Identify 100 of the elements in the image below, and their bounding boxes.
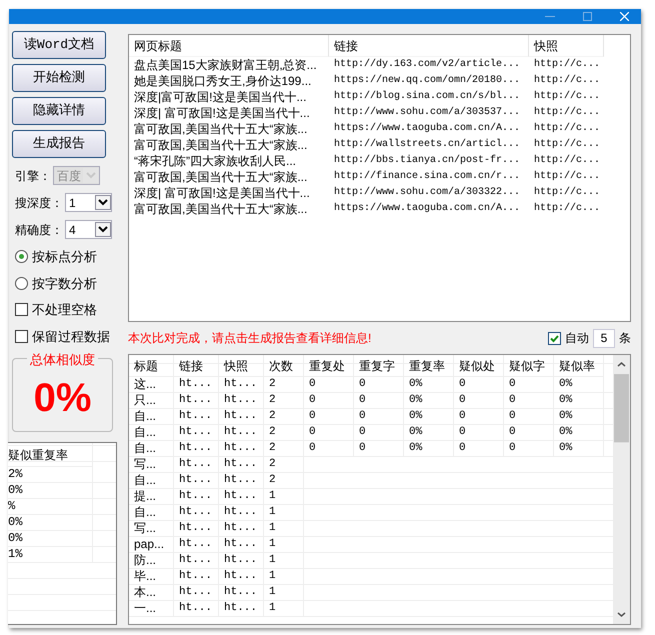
table-cell-text: 深度| 富可敌国!这是美国当代十... xyxy=(133,105,311,121)
table-cell: ht... xyxy=(174,425,219,441)
table-cell: ht... xyxy=(219,425,264,441)
table-cell-text: http://c... xyxy=(533,58,602,72)
column-header: 重复字 xyxy=(354,355,404,377)
table-cell: 0% xyxy=(8,483,93,499)
dropdown[interactable]: 1 xyxy=(65,193,112,212)
count-field[interactable]: 5 xyxy=(593,328,615,348)
table-cell: 1 xyxy=(264,521,304,537)
table-cell: 0 xyxy=(504,441,554,457)
table-cell: 2% xyxy=(8,467,93,483)
table-cell: ht... xyxy=(219,553,264,569)
table-cell: 2 xyxy=(264,393,304,409)
column-header: 链接 xyxy=(329,35,529,57)
column-header: 疑似处 xyxy=(454,355,504,377)
action-button[interactable]: 生成报告 xyxy=(12,130,106,158)
radio-label: 按字数分析 xyxy=(32,274,97,292)
table-cell: 自... xyxy=(129,425,174,441)
table-cell: ht... xyxy=(219,441,264,457)
dropdown: 百度 xyxy=(53,166,100,185)
table-cell: 2 xyxy=(264,425,304,441)
checkbox-label: 自动 xyxy=(565,330,589,347)
table-cell-text: 富可敌国,美国当代十五大“家族... xyxy=(133,201,308,217)
table-cell-text: http://bbs.tianya.cn/post-fr... xyxy=(333,154,522,168)
table-cell: ht... xyxy=(174,521,219,537)
action-button[interactable]: 开始检测 xyxy=(12,64,106,92)
table-cell: 0% xyxy=(404,425,454,441)
column-header: 链接 xyxy=(174,355,219,377)
table-cell: 1 xyxy=(264,569,304,585)
radio-button[interactable] xyxy=(15,250,28,264)
checkbox[interactable] xyxy=(15,303,28,316)
table-cell: ht... xyxy=(174,553,219,569)
table-cell: 提... xyxy=(129,489,174,505)
table-cell: ht... xyxy=(219,473,264,489)
table-cell-text: http://c... xyxy=(533,186,602,200)
select-label: 精确度： xyxy=(15,222,63,238)
table-cell: 0% xyxy=(554,425,604,441)
table-cell: 0% xyxy=(554,409,604,425)
table-cell-text: http://finance.sina.com.cn/r... xyxy=(333,170,522,184)
table-cell-text: 盘点美国15大家族财富王朝,总资... xyxy=(133,57,318,73)
table-cell: 0 xyxy=(354,425,404,441)
table-cell: 0 xyxy=(354,409,404,425)
table-cell: 2 xyxy=(264,473,304,489)
table-cell: 0 xyxy=(304,441,354,457)
table-cell: 0% xyxy=(554,441,604,457)
table-cell: 0 xyxy=(304,409,354,425)
table-cell: 0 xyxy=(454,393,504,409)
table-cell: 0 xyxy=(354,393,404,409)
table-cell: ht... xyxy=(219,393,264,409)
table-cell: ht... xyxy=(174,505,219,521)
table-cell-text: http://c... xyxy=(533,202,602,216)
column-header: 疑似率 xyxy=(554,355,604,377)
table-cell-text: http://wallstreets.cn/articl... xyxy=(333,138,522,152)
table-cell: 1 xyxy=(264,505,304,521)
table-cell: ht... xyxy=(174,441,219,457)
table-cell: 只... xyxy=(129,393,174,409)
similarity-value: 0% xyxy=(34,378,92,418)
action-button[interactable]: 读Word文档 xyxy=(12,31,106,59)
table-cell: % xyxy=(8,499,93,515)
table-cell: ht... xyxy=(219,489,264,505)
table-cell-text: https://www.taoguba.com.cn/A... xyxy=(333,202,522,216)
table-cell-text: 她是美国脱口秀女王,身价达199... xyxy=(133,73,312,89)
table-cell-text: http://blog.sina.com.cn/s/bl... xyxy=(333,90,522,104)
column-header: 重复率 xyxy=(404,355,454,377)
table-cell: ht... xyxy=(174,409,219,425)
table-cell: 自... xyxy=(129,473,174,489)
select-label: 搜深度： xyxy=(15,194,63,212)
select-label: 引擎： xyxy=(15,168,51,184)
table-cell: ht... xyxy=(219,537,264,553)
table-cell: 0 xyxy=(504,393,554,409)
table-cell: 0 xyxy=(354,441,404,457)
checkbox[interactable] xyxy=(15,330,28,343)
status-message: 本次比对完成，请点击生成报告查看详细信息! xyxy=(128,330,372,347)
table-cell: 0% xyxy=(404,409,454,425)
table-cell: 自... xyxy=(129,409,174,425)
table-cell-text: https://www.taoguba.com.cn/A... xyxy=(333,122,522,136)
table-cell: 2 xyxy=(264,441,304,457)
dropdown[interactable]: 4 xyxy=(65,220,112,239)
table-cell: 1 xyxy=(264,489,304,505)
action-button[interactable]: 隐藏详情 xyxy=(12,97,106,125)
table-cell: ht... xyxy=(219,457,264,473)
table-cell-text: http://dy.163.com/v2/article... xyxy=(333,58,522,72)
checkbox[interactable] xyxy=(548,332,561,344)
table-cell: 0% xyxy=(404,393,454,409)
column-header: 标题 xyxy=(129,355,174,377)
table-cell: 0 xyxy=(454,409,504,425)
table-cell: 自... xyxy=(129,441,174,457)
table-cell: 2 xyxy=(264,457,304,473)
table-cell: ht... xyxy=(174,537,219,553)
table-cell: 1 xyxy=(264,601,304,617)
table-cell: 1% xyxy=(8,547,93,563)
table-cell: 0 xyxy=(304,425,354,441)
table-cell-text: 深度| 富可敌国!这是美国当代十... xyxy=(133,185,311,201)
table-cell: 0 xyxy=(504,425,554,441)
table-cell: 这... xyxy=(129,377,174,393)
table-cell-text: http://c... xyxy=(533,90,602,104)
radio-button[interactable] xyxy=(15,276,28,290)
table-cell-text: “蒋宋孔陈”四大家族收刮人民... xyxy=(133,153,297,169)
close-icon[interactable] xyxy=(620,12,629,21)
table-cell: 0% xyxy=(404,377,454,393)
